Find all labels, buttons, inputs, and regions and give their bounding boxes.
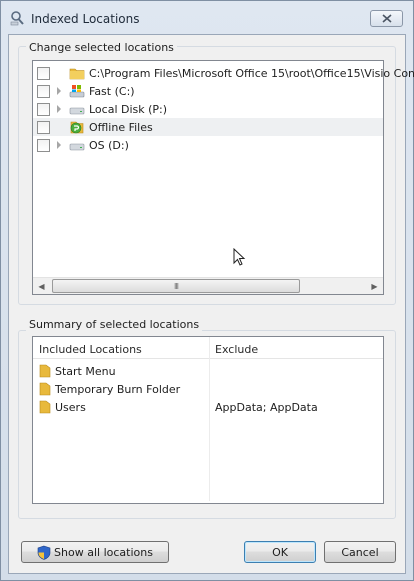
mouse-pointer-icon <box>233 248 246 266</box>
folder-icon <box>39 399 51 414</box>
summary-locations-label: Summary of selected locations <box>26 318 203 331</box>
checkbox[interactable] <box>37 139 50 152</box>
list-item-name: Users <box>55 401 86 414</box>
close-button[interactable] <box>370 10 403 27</box>
cancel-button[interactable]: Cancel <box>324 541 396 563</box>
column-header-exclude[interactable]: Exclude <box>215 343 258 356</box>
folder-icon <box>39 363 51 378</box>
horizontal-scrollbar[interactable]: ◀ III ▶ <box>33 277 383 294</box>
folder-icon <box>69 65 85 81</box>
tree-item-label: Local Disk (P:) <box>89 103 168 116</box>
title-bar[interactable]: Indexed Locations <box>1 1 413 35</box>
ok-button[interactable]: OK <box>244 541 316 563</box>
dialog-client-area: Change selected locations C:\Program Fil… <box>8 34 414 574</box>
locations-tree[interactable]: C:\Program Files\Microsoft Office 15\roo… <box>32 60 414 295</box>
list-item[interactable]: Users AppData; AppData <box>33 398 383 416</box>
tree-item-label: C:\Program Files\Microsoft Office 15\roo… <box>89 67 414 80</box>
checkbox[interactable] <box>37 67 50 80</box>
folder-icon <box>39 381 51 396</box>
expand-arrow-icon[interactable] <box>57 105 61 113</box>
show-all-locations-button[interactable]: Show all locations <box>21 541 169 563</box>
drive-icon <box>69 101 85 117</box>
tree-item-fast-c[interactable]: Fast (C:) <box>33 82 383 100</box>
checkbox[interactable] <box>37 85 50 98</box>
window-title: Indexed Locations <box>31 12 140 26</box>
expand-arrow-icon[interactable] <box>57 141 61 149</box>
show-all-locations-label: Show all locations <box>54 545 153 559</box>
tree-item-os-d[interactable]: OS (D:) <box>33 136 383 154</box>
list-item[interactable]: Start Menu <box>33 362 383 380</box>
system-drive-icon <box>69 83 85 99</box>
close-icon <box>381 14 392 23</box>
summary-list[interactable]: Included Locations Exclude Start Menu Te… <box>32 336 384 504</box>
uac-shield-icon <box>37 545 51 560</box>
list-item-name: Start Menu <box>55 365 116 378</box>
tree-item-label: Offline Files <box>89 121 153 134</box>
tree-item-label: Fast (C:) <box>89 85 135 98</box>
drive-icon <box>69 137 85 153</box>
list-header: Included Locations Exclude <box>33 337 383 359</box>
tree-item-label: OS (D:) <box>89 139 129 152</box>
checkbox[interactable] <box>37 103 50 116</box>
list-item-name: Temporary Burn Folder <box>55 383 181 396</box>
column-header-included[interactable]: Included Locations <box>39 343 142 356</box>
tree-item-local-disk-p[interactable]: Local Disk (P:) <box>33 100 383 118</box>
expand-arrow-icon[interactable] <box>57 87 61 95</box>
indexed-locations-window: Indexed Locations Change selected locati… <box>0 0 414 581</box>
tree-item-offline-files[interactable]: Offline Files <box>33 118 383 136</box>
indexing-options-icon <box>9 10 25 26</box>
offline-files-icon <box>69 119 85 135</box>
list-item-exclude: AppData; AppData <box>215 401 318 414</box>
list-item[interactable]: Temporary Burn Folder <box>33 380 383 398</box>
tree-item-visio-content[interactable]: C:\Program Files\Microsoft Office 15\roo… <box>33 64 414 82</box>
checkbox[interactable] <box>37 121 50 134</box>
scrollbar-thumb[interactable]: III <box>52 279 300 293</box>
change-locations-label: Change selected locations <box>26 41 177 54</box>
scroll-left-arrow-icon[interactable]: ◀ <box>33 278 50 294</box>
scroll-right-arrow-icon[interactable]: ▶ <box>366 278 383 294</box>
